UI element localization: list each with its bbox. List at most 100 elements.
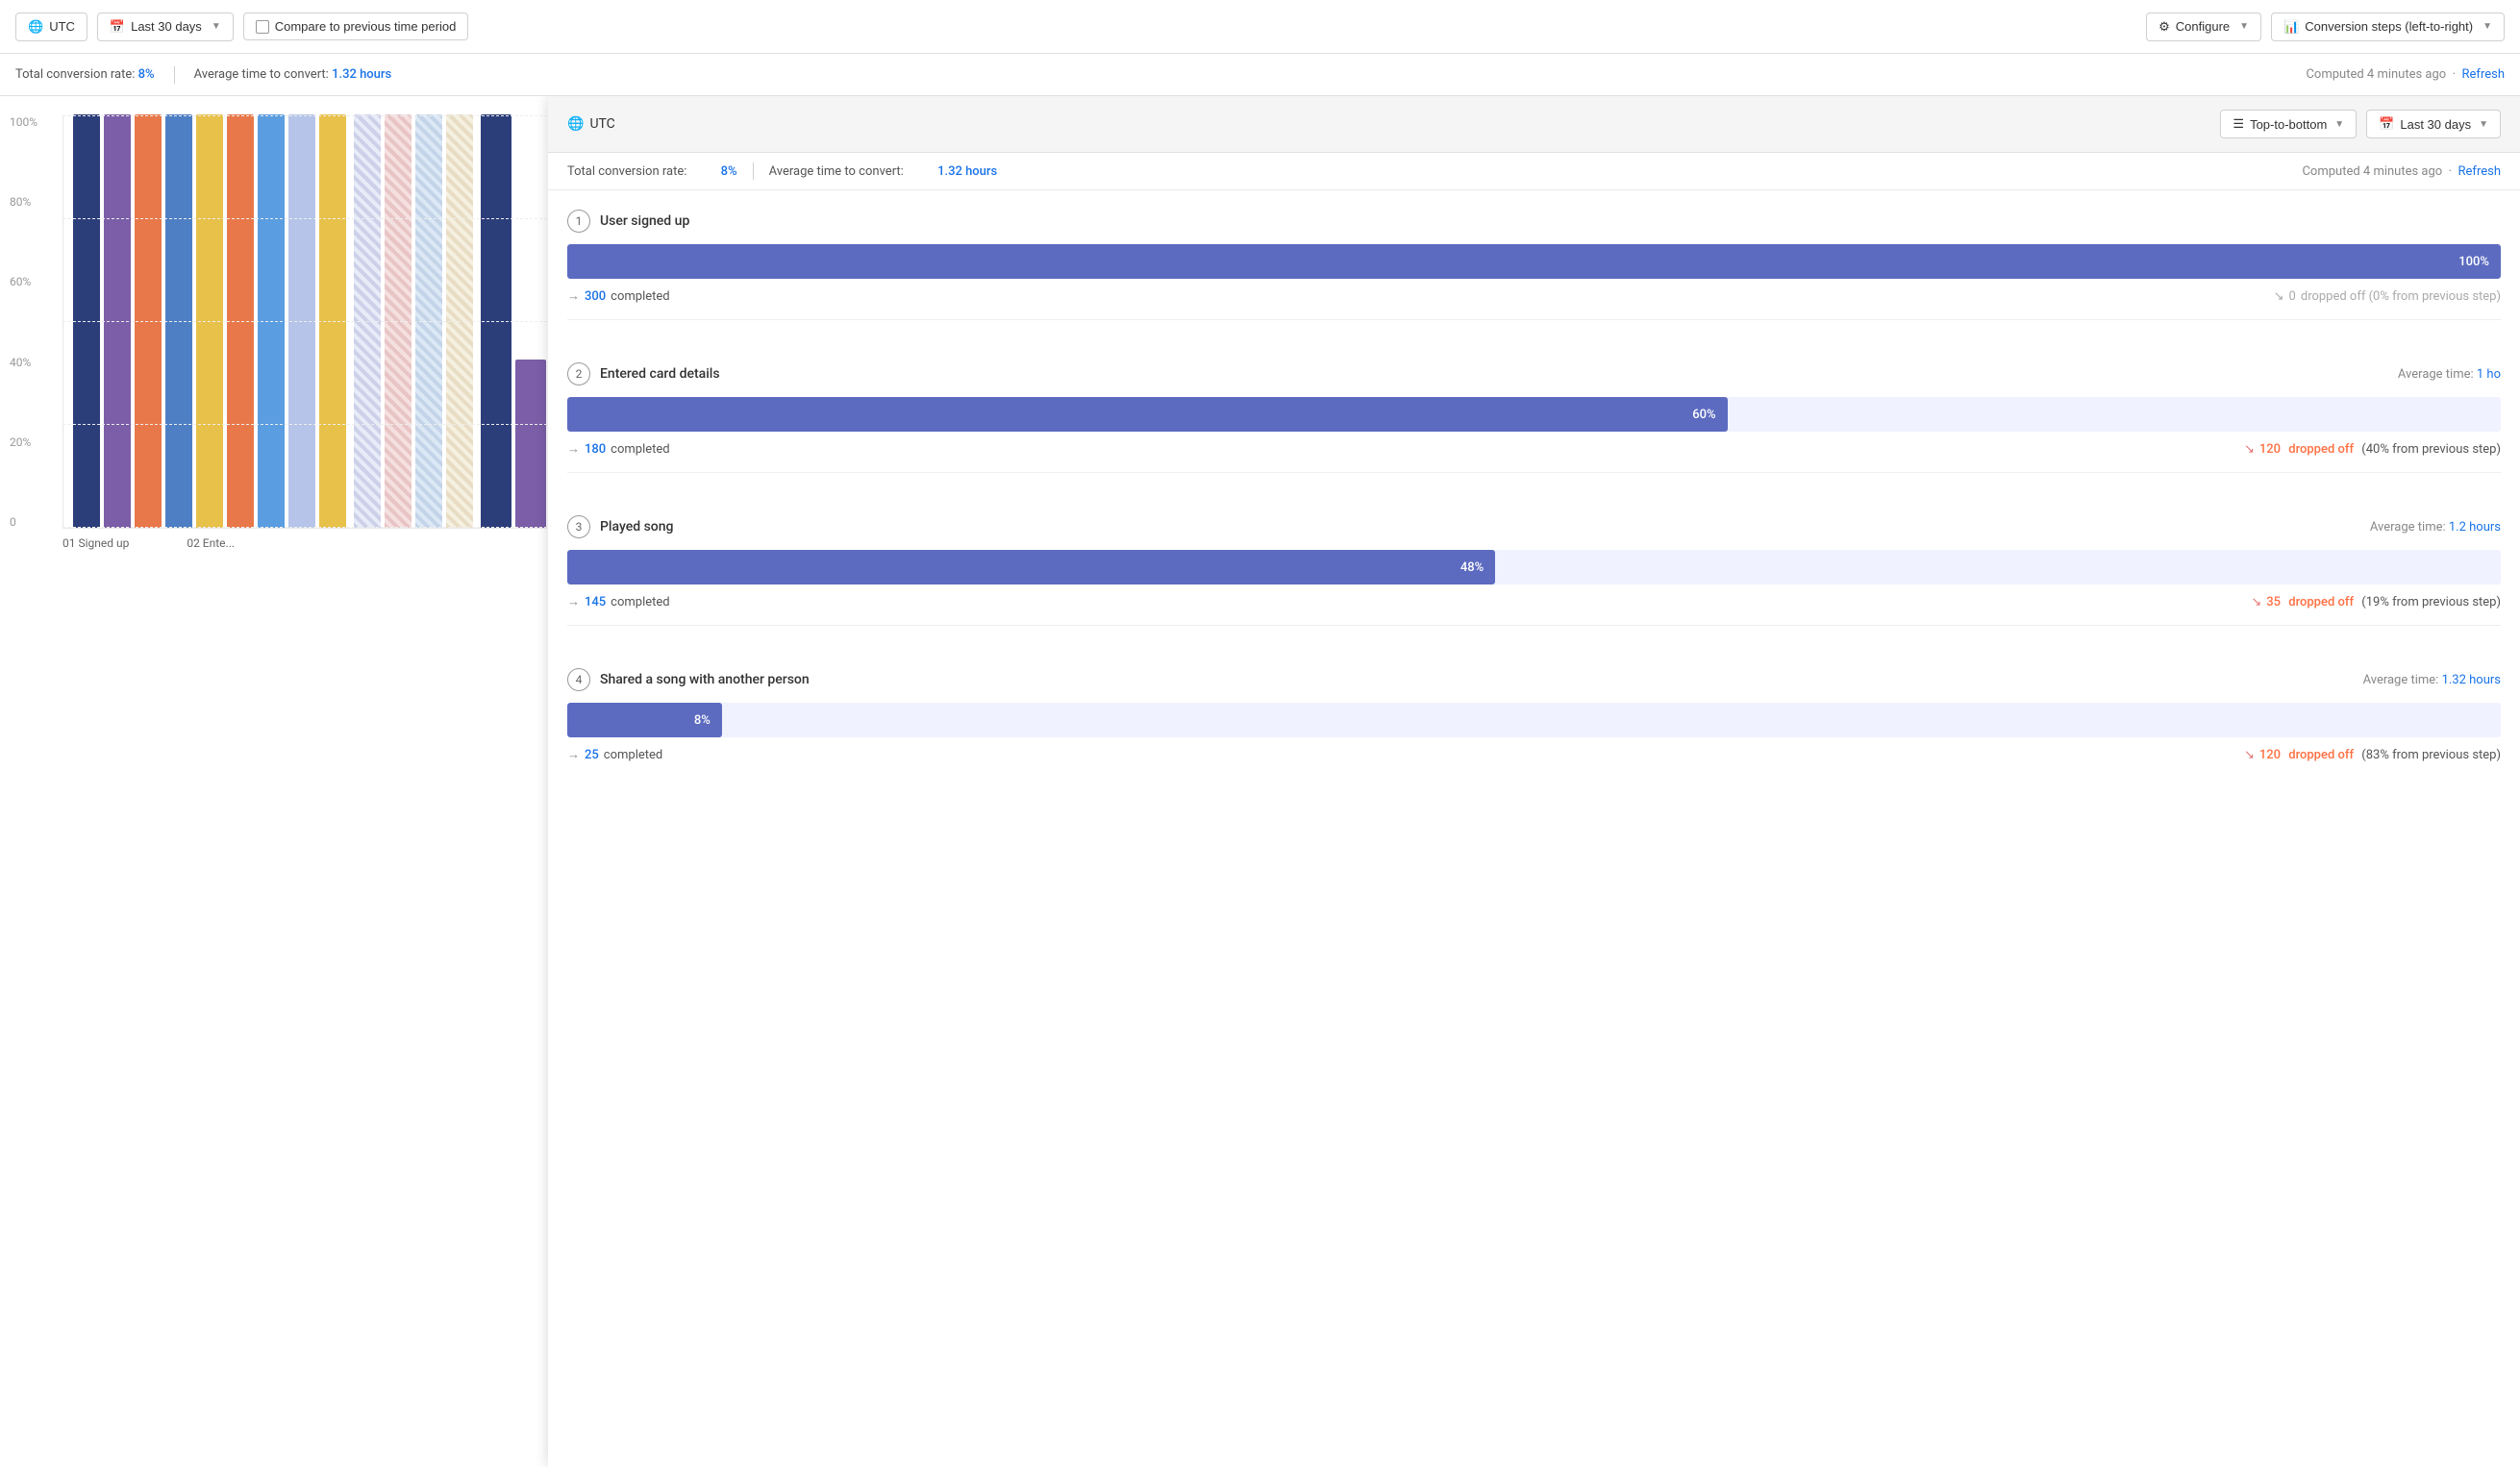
bar-s1[interactable] (354, 114, 381, 528)
bar-step2-2[interactable] (515, 360, 546, 528)
step-2-dropped-label: dropped off (2285, 442, 2354, 457)
calendar-icon: 📅 (110, 19, 125, 35)
y-label-0: 0 (10, 515, 37, 529)
step-4-stats: → 25 completed ↘ 120 dropped off (83% fr… (567, 747, 2501, 762)
panel-avg-time-value: 1.32 hours (937, 164, 997, 179)
bar-4[interactable] (165, 114, 192, 528)
globe-icon: 🌐 (28, 19, 43, 35)
top-to-bottom-select[interactable]: ☰ Top-to-bottom ▼ (2220, 110, 2357, 138)
step-3-completed-text: completed (611, 595, 669, 609)
step-3-time-value: 1.2 hours (2449, 520, 2501, 535)
bar-6[interactable] (227, 114, 254, 528)
chart-bars (62, 115, 547, 529)
chevron-down-icon: ▼ (2483, 21, 2492, 32)
funnel-step-2: 2 Entered card details Average time: 1 h… (567, 343, 2501, 473)
conversion-steps-label: Conversion steps (left-to-right) (2305, 19, 2473, 34)
chevron-down-icon: ▼ (2239, 21, 2249, 32)
top-toolbar: 🌐 UTC 📅 Last 30 days ▼ Compare to previo… (0, 0, 2520, 54)
y-label-40: 40% (10, 356, 37, 369)
panel-stats: Total conversion rate: 8% Average time t… (548, 153, 2520, 190)
panel-avg-time-label: Average time to convert: (769, 164, 904, 179)
chart-labels-row: 01 Signed up 02 Ente... (62, 536, 547, 550)
configure-button[interactable]: ⚙ Configure ▼ (2146, 12, 2261, 41)
bar-3[interactable] (135, 114, 162, 528)
chart-label-2: 02 Ente... (187, 536, 235, 550)
conversion-steps-button[interactable]: 📊 Conversion steps (left-to-right) ▼ (2271, 12, 2505, 41)
drop-arrow-icon: ↘ (2244, 748, 2255, 762)
panel-stats-divider (753, 162, 754, 180)
panel-date-range-select[interactable]: 📅 Last 30 days ▼ (2366, 110, 2501, 138)
compare-button[interactable]: Compare to previous time period (243, 12, 469, 40)
step-3-dropped-label: dropped off (2285, 595, 2354, 609)
step-2-dropped: ↘ 120 dropped off (40% from previous ste… (2244, 442, 2501, 457)
step-4-completed: → 25 completed (567, 747, 662, 762)
date-range-label: Last 30 days (131, 19, 202, 34)
avg-time-stat: Average time to convert: 1.32 hours (194, 67, 392, 82)
step-1-completed: → 300 completed (567, 288, 670, 304)
avg-time-text: Average time: (2363, 673, 2442, 687)
step-2-title: Entered card details (600, 366, 2388, 382)
step-4-dropped-num: 120 (2259, 748, 2281, 762)
configure-icon: ⚙ (2158, 19, 2170, 35)
panel-computed-label: Computed 4 minutes ago (2302, 164, 2442, 179)
bar-s4[interactable] (446, 114, 473, 528)
funnel-step-4: 4 Shared a song with another person Aver… (567, 649, 2501, 762)
drop-arrow-icon: ↘ (2251, 595, 2261, 609)
globe-icon: 🌐 (567, 116, 584, 132)
bar-step2-1[interactable] (481, 114, 511, 528)
step-3-dropped-num: 35 (2266, 595, 2281, 609)
main-content: 100% 80% 60% 40% 20% 0 (0, 96, 2520, 1467)
utc-button[interactable]: 🌐 UTC (15, 12, 87, 41)
step-2-progress-container: 60% (567, 397, 2501, 432)
chart-area: 100% 80% 60% 40% 20% 0 (0, 96, 558, 1467)
step-4-progress-label: 8% (694, 713, 711, 728)
step-3-number: 3 (567, 515, 590, 538)
step-1-header: 1 User signed up (567, 210, 2501, 233)
date-range-button[interactable]: 📅 Last 30 days ▼ (97, 12, 234, 41)
compare-label: Compare to previous time period (275, 19, 457, 34)
bar-5[interactable] (196, 114, 223, 528)
toolbar-right: ⚙ Configure ▼ 📊 Conversion steps (left-t… (2146, 12, 2505, 41)
step-2-time-value: 1 ho (2477, 367, 2501, 382)
panel-header: 🌐 UTC ☰ Top-to-bottom ▼ 📅 Last 30 days ▼ (548, 96, 2520, 153)
funnel-steps: 1 User signed up 100% → 300 completed (548, 190, 2520, 1467)
y-label-60: 60% (10, 275, 37, 288)
step-3-separator (567, 625, 2501, 626)
bar-9[interactable] (319, 114, 346, 528)
step-1-dropped-num: 0 (2289, 289, 2296, 304)
avg-time-text: Average time: (2370, 520, 2449, 535)
step-2-avg-time: Average time: 1 ho (2398, 367, 2501, 382)
step-3-dropped: ↘ 35 dropped off (19% from previous step… (2251, 595, 2501, 609)
step-1-separator (567, 319, 2501, 320)
step-3-progress-container: 48% (567, 550, 2501, 584)
step-4-header: 4 Shared a song with another person Aver… (567, 668, 2501, 691)
total-rate-label: Total conversion rate: (15, 67, 135, 82)
step-2-separator (567, 472, 2501, 473)
bar-7[interactable] (258, 114, 285, 528)
arrow-icon: → (567, 747, 580, 762)
bar-s3[interactable] (415, 114, 442, 528)
configure-label: Configure (2176, 19, 2230, 34)
step-4-dropped-detail: (83% from previous step) (2358, 748, 2501, 762)
bar-8[interactable] (288, 114, 315, 528)
step-1-dropped-text: dropped off (0% from previous step) (2301, 289, 2501, 304)
bar-s2[interactable] (385, 114, 412, 528)
top-to-bottom-label: Top-to-bottom (2250, 117, 2327, 132)
bar-1[interactable] (73, 114, 100, 528)
checkbox-icon (256, 20, 269, 34)
panel-date-range-label: Last 30 days (2400, 117, 2471, 132)
step-3-completed: → 145 completed (567, 594, 670, 609)
refresh-link[interactable]: Refresh (2462, 67, 2505, 82)
panel-refresh-link[interactable]: Refresh (2458, 164, 2501, 179)
step-1-title: User signed up (600, 213, 2501, 229)
step-2-completed-num: 180 (585, 442, 606, 457)
bar-2[interactable] (104, 114, 131, 528)
arrow-icon: → (567, 288, 580, 304)
computed-label: Computed 4 minutes ago (2306, 67, 2446, 82)
step-1-progress-label: 100% (2458, 255, 2489, 269)
steps-icon: 📊 (2283, 19, 2299, 35)
arrow-icon: → (567, 594, 580, 609)
step-3-progress-bar: 48% (567, 550, 1495, 584)
step-1-stats: → 300 completed ↘ 0 dropped off (0% from… (567, 288, 2501, 304)
step-4-dropped: ↘ 120 dropped off (83% from previous ste… (2244, 748, 2501, 762)
